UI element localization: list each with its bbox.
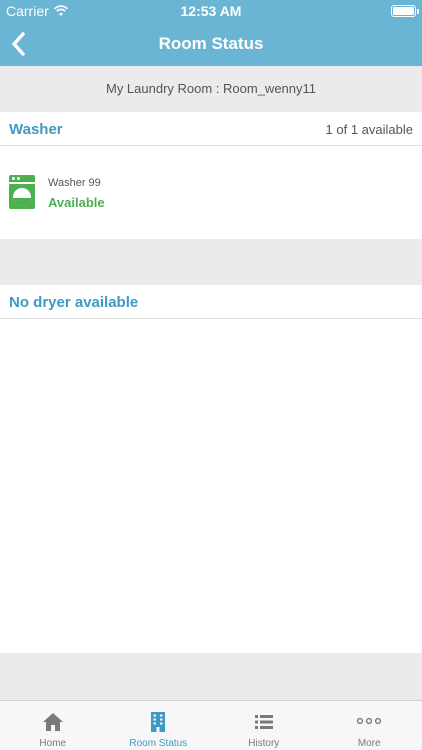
section-divider (0, 239, 422, 285)
tab-home-label: Home (39, 738, 67, 749)
app-header: Carrier 12:53 AM Room Status (0, 0, 422, 66)
tab-home[interactable]: Home (0, 701, 106, 750)
dryer-section-header: No dryer available (0, 285, 422, 319)
bottom-spacer (0, 653, 422, 700)
tab-bar: Home Room Status History More (0, 700, 422, 750)
washer-list-item[interactable]: Washer 99 Available (0, 147, 422, 239)
washer-icon (9, 175, 35, 209)
tab-history[interactable]: History (211, 701, 317, 750)
navigation-bar: Room Status (0, 22, 422, 66)
home-icon (42, 713, 63, 731)
more-icon (357, 717, 382, 725)
building-icon (151, 712, 166, 732)
list-icon (254, 715, 273, 729)
washer-section-header: Washer 1 of 1 available (0, 112, 422, 146)
dryer-section-title: No dryer available (9, 294, 139, 311)
room-label: My Laundry Room : Room_wenny11 (0, 66, 422, 112)
washer-status: Available (48, 195, 105, 210)
tab-history-label: History (248, 738, 280, 749)
tab-room-status[interactable]: Room Status (106, 701, 212, 750)
battery-icon (391, 5, 419, 17)
washer-availability-count: 1 of 1 available (325, 122, 413, 137)
tab-more[interactable]: More (317, 701, 422, 750)
page-title: Room Status (158, 34, 264, 53)
status-bar: Carrier 12:53 AM (0, 0, 422, 22)
tab-more-label: More (357, 738, 381, 749)
washer-section-title: Washer (9, 121, 63, 138)
empty-content-area (0, 320, 422, 653)
tab-room-status-label: Room Status (129, 738, 188, 749)
clock: 12:53 AM (180, 3, 242, 19)
washer-name: Washer 99 (48, 177, 101, 189)
battery-nub (417, 9, 419, 14)
battery-level (393, 7, 414, 15)
